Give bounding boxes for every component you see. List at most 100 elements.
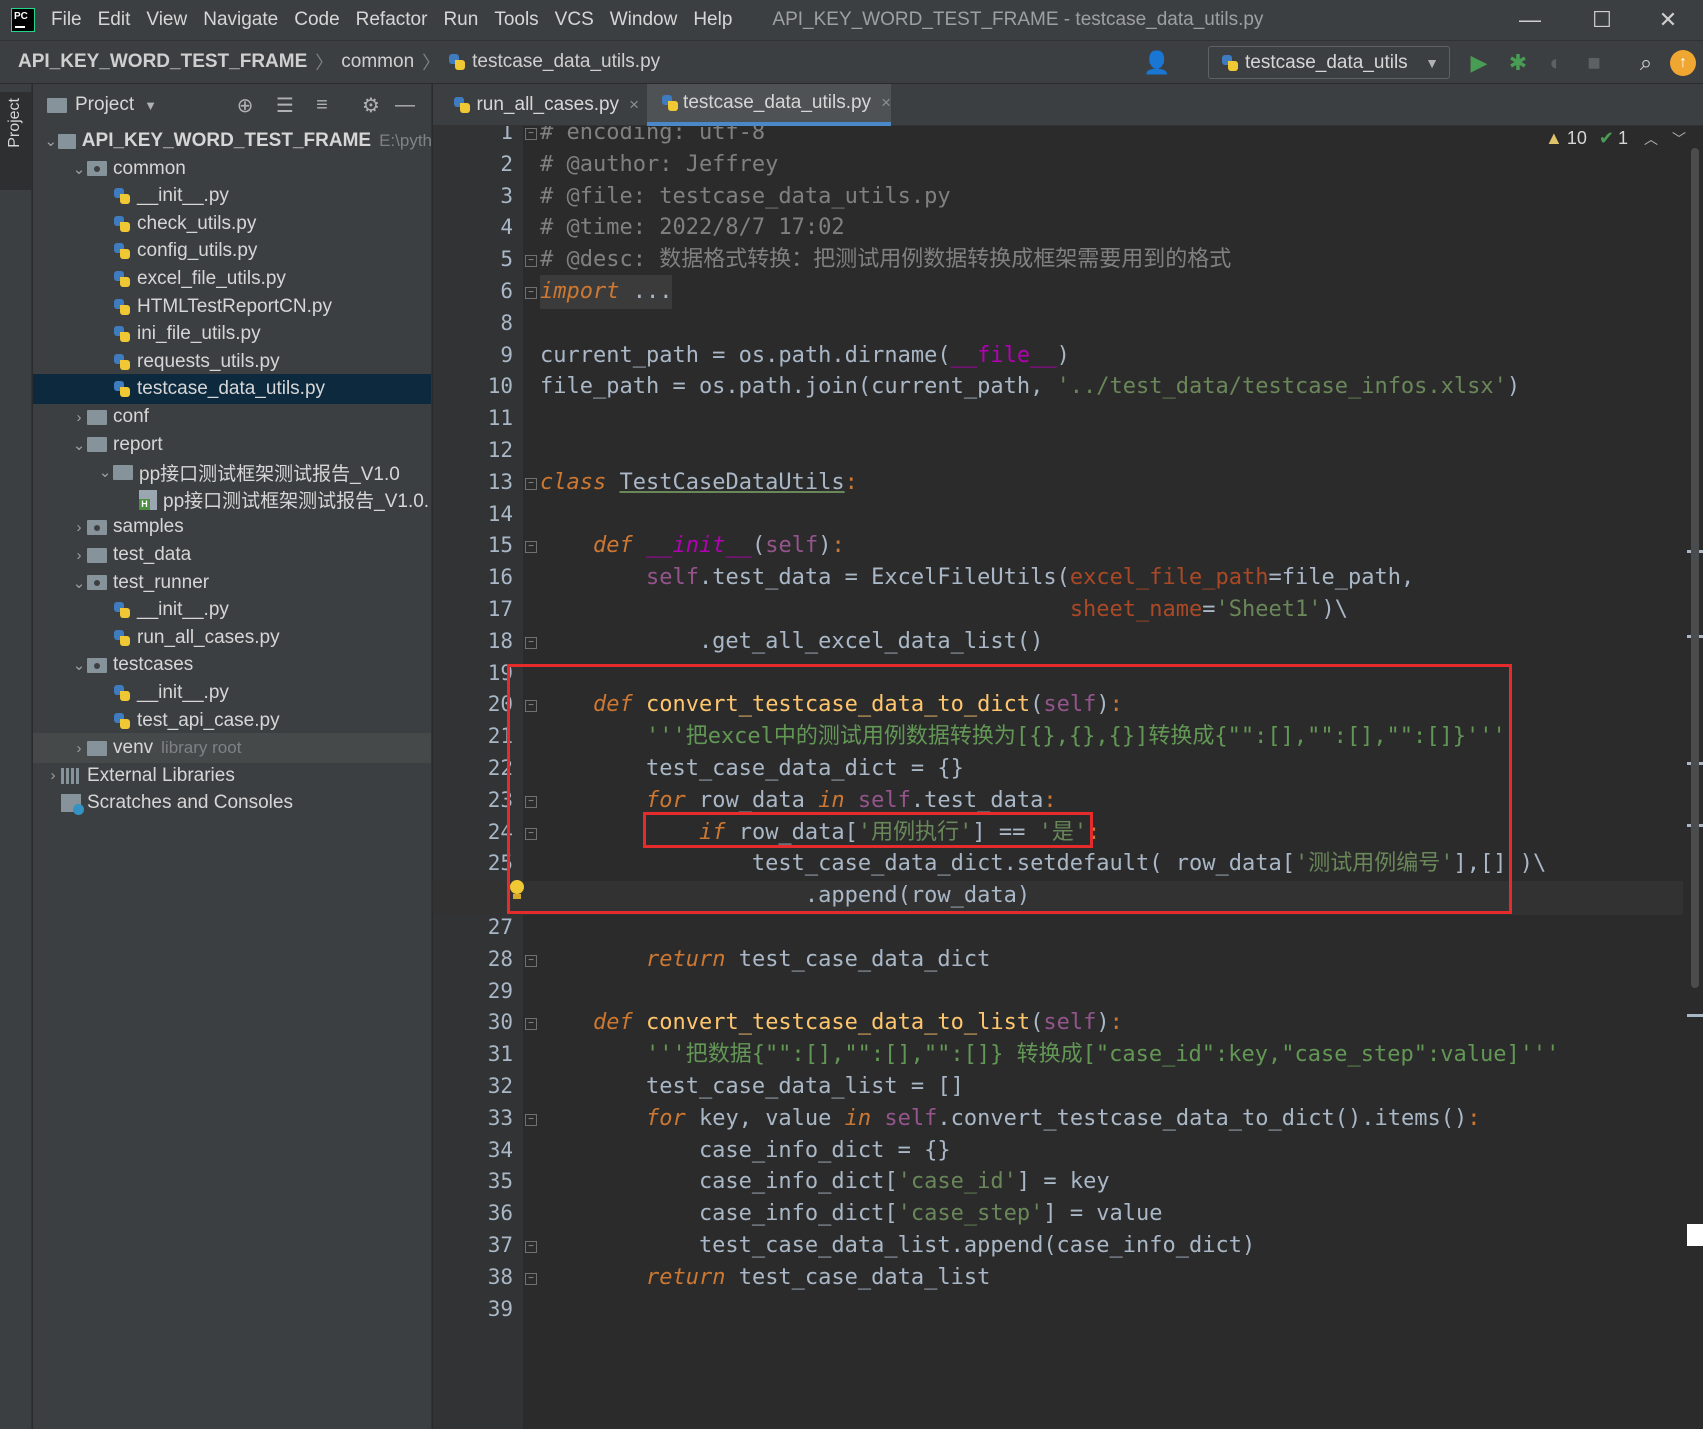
chevron-down-icon[interactable]: ⌄ <box>71 160 87 178</box>
search-icon[interactable]: ⌕ <box>1632 49 1660 77</box>
fold-marker-icon[interactable]: − <box>525 636 537 649</box>
close-icon[interactable]: × <box>881 93 891 113</box>
menu-window[interactable]: Window <box>610 9 678 31</box>
chevron-down-icon[interactable]: ▼ <box>144 98 157 113</box>
code-line[interactable]: # @time: 2022/8/7 17:02 <box>540 211 845 245</box>
breadcrumb-file[interactable]: testcase_data_utils.py <box>472 51 660 73</box>
tree-item[interactable]: ⌄ report <box>33 430 431 460</box>
tree-item[interactable]: pp接口测试框架测试报告_V1.0. <box>33 485 431 515</box>
code-line[interactable]: for key, value in self.convert_testcase_… <box>540 1102 1481 1136</box>
code-line[interactable]: return test_case_data_list <box>540 1261 990 1295</box>
code-line[interactable]: '''把数据{"":[],"":[],"":[]} 转换成["case_id":… <box>540 1038 1559 1072</box>
tab-run-all-cases[interactable]: run_all_cases.py × <box>439 84 639 126</box>
debug-icon[interactable]: ✱ <box>1504 49 1532 77</box>
tree-item[interactable]: check_utils.py <box>33 209 431 239</box>
chevron-down-icon[interactable]: ⌄ <box>97 463 113 481</box>
tree-item[interactable]: ini_file_utils.py <box>33 319 431 349</box>
tree-item[interactable]: › conf <box>33 402 431 432</box>
tree-item[interactable]: __init__.py <box>33 181 431 211</box>
menu-help[interactable]: Help <box>693 9 732 31</box>
editor-scrollbar[interactable] <box>1691 148 1699 988</box>
code-line[interactable]: import ... <box>540 275 673 309</box>
tree-item[interactable]: ⌄ common <box>33 154 431 184</box>
code-line[interactable]: def __init__(self): <box>540 529 845 563</box>
tree-item[interactable]: HTMLTestReportCN.py <box>33 292 431 322</box>
code-line[interactable]: .get_all_excel_data_list() <box>540 625 1043 659</box>
breadcrumb-project[interactable]: API_KEY_WORD_TEST_FRAME <box>18 51 307 73</box>
menu-code[interactable]: Code <box>294 9 339 31</box>
chevron-down-icon[interactable]: ⌄ <box>71 656 87 674</box>
inspection-widget[interactable]: ▲ 10 ✔ 1 ︿ ﹀ <box>1545 128 1686 149</box>
run-icon[interactable]: ▶ <box>1465 49 1493 77</box>
chevron-right-icon[interactable]: › <box>71 740 87 757</box>
tree-item[interactable]: › External Libraries <box>33 761 431 791</box>
run-configuration-select[interactable]: testcase_data_utils ▼ <box>1208 46 1450 79</box>
locate-icon[interactable]: ⊕ <box>233 93 257 117</box>
tree-item[interactable]: › samples <box>33 512 431 542</box>
tree-item[interactable]: run_all_cases.py <box>33 623 431 653</box>
code-line[interactable]: case_info_dict['case_step'] = value <box>540 1197 1163 1231</box>
code-line[interactable]: case_info_dict['case_id'] = key <box>540 1165 1110 1199</box>
chevron-right-icon[interactable]: › <box>71 547 87 564</box>
code-line[interactable]: return test_case_data_dict <box>540 943 990 977</box>
fold-marker-icon[interactable]: − <box>525 1272 537 1285</box>
fold-marker-icon[interactable]: − <box>525 1241 537 1253</box>
project-tool-window-button[interactable]: Project <box>0 92 32 190</box>
fold-marker-icon[interactable]: − <box>525 1018 537 1031</box>
code-line[interactable]: current_path = os.path.dirname(__file__) <box>540 339 1070 373</box>
menu-tools[interactable]: Tools <box>494 9 538 31</box>
breadcrumb-common[interactable]: common <box>341 51 414 73</box>
code-line[interactable]: test_case_data_list = [] <box>540 1070 964 1104</box>
fold-marker-icon[interactable]: − <box>525 1113 537 1126</box>
code-line[interactable]: # encoding: utf-8 <box>540 126 765 150</box>
close-icon[interactable]: × <box>629 95 639 115</box>
chevron-down-icon[interactable]: ⌄ <box>71 574 87 592</box>
tree-item[interactable]: __init__.py <box>33 595 431 625</box>
menu-vcs[interactable]: VCS <box>555 9 594 31</box>
chevron-right-icon[interactable]: › <box>71 409 87 426</box>
fold-marker-icon[interactable]: − <box>525 255 537 268</box>
expand-all-icon[interactable]: ☰ <box>273 93 297 117</box>
tree-item[interactable]: test_api_case.py <box>33 706 431 736</box>
collapse-all-icon[interactable]: ≡ <box>310 93 334 117</box>
minimize-button[interactable]: — <box>1494 0 1566 40</box>
project-panel-title[interactable]: Project <box>75 94 134 116</box>
code-line[interactable]: def convert_testcase_data_to_list(self): <box>540 1006 1123 1040</box>
chevron-down-icon[interactable]: ⌄ <box>44 132 58 150</box>
user-icon[interactable]: 👤 <box>1143 49 1171 77</box>
code-line[interactable]: case_info_dict = {} <box>540 1134 951 1168</box>
menu-view[interactable]: View <box>146 9 187 31</box>
tree-item[interactable]: ⌄ test_runner <box>33 568 431 598</box>
menu-run[interactable]: Run <box>443 9 478 31</box>
chevron-down-icon[interactable]: ﹀ <box>1672 129 1686 149</box>
fold-marker-icon[interactable]: − <box>525 287 537 299</box>
tree-item[interactable]: requests_utils.py <box>33 347 431 377</box>
chevron-right-icon[interactable]: › <box>71 519 87 536</box>
menu-refactor[interactable]: Refactor <box>356 9 428 31</box>
code-line[interactable]: file_path = os.path.join(current_path, '… <box>540 370 1520 404</box>
code-line[interactable]: class TestCaseDataUtils: <box>540 466 858 500</box>
tab-testcase-data-utils[interactable]: testcase_data_utils.py × <box>647 84 891 126</box>
gear-icon[interactable]: ⚙ <box>359 93 383 117</box>
maximize-button[interactable]: ☐ <box>1566 0 1638 40</box>
tree-item[interactable]: ⌄ API_KEY_WORD_TEST_FRAME E:\pyth <box>33 126 431 156</box>
stop-icon[interactable]: ■ <box>1580 49 1608 77</box>
close-button[interactable]: ✕ <box>1632 0 1703 40</box>
lightbulb-icon[interactable] <box>508 880 526 902</box>
chevron-down-icon[interactable]: ⌄ <box>71 436 87 454</box>
update-icon[interactable]: ↑ <box>1670 50 1696 76</box>
chevron-right-icon[interactable]: › <box>45 767 61 784</box>
fold-marker-icon[interactable]: − <box>525 128 537 140</box>
code-line[interactable]: # @author: Jeffrey <box>540 148 778 182</box>
code-line[interactable]: # @desc: 数据格式转换：把测试用例数据转换成框架需要用到的格式 <box>540 243 1231 277</box>
hide-icon[interactable]: — <box>393 93 417 117</box>
menu-navigate[interactable]: Navigate <box>203 9 278 31</box>
code-line[interactable]: test_case_data_list.append(case_info_dic… <box>540 1229 1255 1263</box>
tree-item[interactable]: › venv library root <box>33 733 431 764</box>
code-line[interactable]: self.test_data = ExcelFileUtils(excel_fi… <box>540 561 1414 595</box>
code-editor[interactable]: 1 2 3 4 5 6 8 9 10 11 12 13 14 15 16 17 18 19 20 21 22 23 24 25… <box>433 126 1703 1429</box>
fold-marker-icon[interactable]: − <box>525 477 537 490</box>
code-line[interactable]: sheet_name='Sheet1')\ <box>540 593 1348 627</box>
tree-item[interactable]: testcase_data_utils.py <box>33 374 431 405</box>
tree-item[interactable]: config_utils.py <box>33 236 431 266</box>
